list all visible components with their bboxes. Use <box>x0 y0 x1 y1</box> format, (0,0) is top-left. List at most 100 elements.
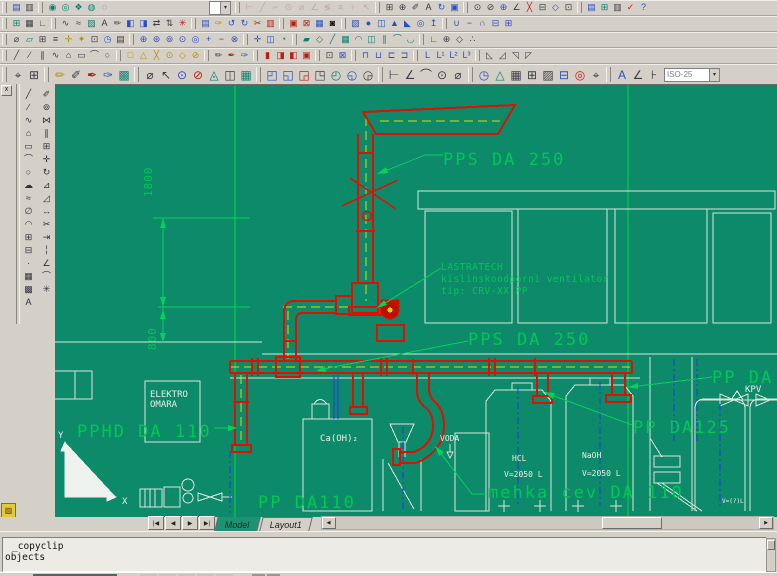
xref-attach-icon[interactable]: ⊠ <box>300 17 313 30</box>
snap-toggle-icon[interactable]: ⊞ <box>10 17 23 30</box>
fillet-icon[interactable]: ⌒ <box>39 270 54 283</box>
toolbar-grip[interactable] <box>243 34 248 45</box>
list-icon[interactable]: ≡ <box>49 33 62 46</box>
solid-torus-icon[interactable]: ◎ <box>414 17 427 30</box>
divide-icon[interactable]: ⊘ <box>484 1 497 14</box>
insert-block-icon[interactable]: ⊞ <box>21 231 36 244</box>
toolbar-grip[interactable] <box>442 18 447 29</box>
label-lastratech-1[interactable]: LASTRATECH <box>441 262 503 273</box>
ucs-rotate-z-icon[interactable]: L² <box>447 49 460 62</box>
time-icon[interactable]: ◷ <box>101 33 114 46</box>
save-icon[interactable]: ▤ <box>10 1 23 14</box>
remove-from-workset-icon[interactable]: ◧ <box>287 49 300 62</box>
lock-reference-icon[interactable]: ◙ <box>326 17 339 30</box>
aligned-dimension-icon[interactable]: ╱ <box>256 1 269 14</box>
view-top-icon[interactable]: ⊓ <box>359 49 372 62</box>
dim-diameter-icon[interactable]: ⌀ <box>450 66 466 84</box>
ucs-dialog-icon[interactable]: ⊞ <box>26 66 42 84</box>
diamond-tool-icon[interactable]: ◇ <box>549 1 562 14</box>
redo-view-icon[interactable]: ◎ <box>59 1 72 14</box>
undo-icon[interactable]: ↺ <box>225 17 238 30</box>
construction-line-icon[interactable]: ∕ <box>21 101 36 114</box>
label-voda[interactable]: VODA <box>440 434 459 443</box>
ruled-surface-icon[interactable]: ∥ <box>378 33 391 46</box>
toolbar-grip[interactable] <box>279 18 284 29</box>
properties-icon[interactable]: ▤ <box>199 17 212 30</box>
zoom-dynamic-icon[interactable]: ⊛ <box>150 33 163 46</box>
cell-box-icon[interactable]: ◫ <box>222 66 238 84</box>
solid-cone-icon[interactable]: ▲ <box>388 17 401 30</box>
3d-face-icon[interactable]: ◇ <box>313 33 326 46</box>
label-naoh[interactable]: NaOH <box>582 451 601 460</box>
construction-line-icon[interactable]: ∕ <box>23 49 36 62</box>
slice-icon[interactable]: ⊟ <box>489 17 502 30</box>
snap-center-icon[interactable]: ⊙ <box>163 49 176 62</box>
command-scrollbar-thumb[interactable] <box>767 540 775 550</box>
arc-icon[interactable]: ⌒ <box>21 153 36 166</box>
leader-icon[interactable]: ↖ <box>158 66 174 84</box>
wipeout-icon[interactable]: ▩ <box>116 66 132 84</box>
polyline-icon[interactable]: ∿ <box>49 49 62 62</box>
zoom-in-icon[interactable]: + <box>202 33 215 46</box>
hyperlink-icon[interactable]: ⊠ <box>336 49 349 62</box>
edge-surface-icon[interactable]: ⌒ <box>391 33 404 46</box>
tab-model[interactable]: Model <box>214 517 261 531</box>
explode-attributes-icon[interactable]: ✳ <box>176 17 189 30</box>
refedit-block-icon[interactable]: ▮ <box>261 49 274 62</box>
baseline-dimension-icon[interactable]: ≡ <box>334 1 347 14</box>
red-piping[interactable] <box>229 103 633 466</box>
dim-baseline-2-icon[interactable]: ⊦ <box>646 66 662 84</box>
named-ucs-icon[interactable]: ⌖ <box>10 66 26 84</box>
move-icon[interactable]: ✛ <box>39 153 54 166</box>
orbit-icon[interactable]: ◔ <box>277 33 290 46</box>
toolbar-grip[interactable] <box>577 2 582 13</box>
toolbar-grip[interactable] <box>116 50 121 61</box>
cut-clip-icon[interactable]: ✂ <box>251 17 264 30</box>
scroll-right-icon[interactable]: ▶ <box>759 517 773 529</box>
toolbar-grip[interactable] <box>191 18 196 29</box>
rotate-icon[interactable]: ↻ <box>39 166 54 179</box>
dome-surface-icon[interactable]: ◡ <box>404 33 417 46</box>
toolbar-grip[interactable] <box>292 34 297 45</box>
match-properties-icon[interactable]: ✑ <box>212 17 225 30</box>
command-history[interactable]: _copyclip objects <box>2 537 767 572</box>
snap-quadrant-icon[interactable]: ◇ <box>176 49 189 62</box>
drawing-canvas[interactable]: PPS DA 250 PPS DA 250 PP DA PP DA125 PPH… <box>55 84 777 518</box>
zoom-extents-icon[interactable]: ⊗ <box>228 33 241 46</box>
revolved-surface-icon[interactable]: ◠ <box>352 33 365 46</box>
dimension-1800[interactable]: 1800 <box>142 167 155 198</box>
section-icon[interactable]: ⊞ <box>502 17 515 30</box>
zoom-out-icon[interactable]: − <box>215 33 228 46</box>
dim-radius-icon[interactable]: ⊙ <box>434 66 450 84</box>
zoom-object-icon[interactable]: ◎ <box>189 33 202 46</box>
command-scrollbar[interactable] <box>766 538 776 572</box>
tolerance-icon[interactable]: ⊞ <box>383 1 396 14</box>
circle-icon[interactable]: ○ <box>21 166 36 179</box>
toolbar-grip[interactable] <box>2 2 7 13</box>
make-block-icon[interactable]: ⊟ <box>21 244 36 257</box>
triangle-reference-icon[interactable]: ◬ <box>206 66 222 84</box>
revision-cloud-icon[interactable]: ☁ <box>21 179 36 192</box>
quadrant-2-icon[interactable]: ◱ <box>280 66 296 84</box>
diameter-dimension-icon[interactable]: ⌀ <box>295 1 308 14</box>
label-right-tank-volume[interactable]: V=(?)L <box>722 498 744 505</box>
grid-toggle-icon[interactable]: ▦ <box>23 17 36 30</box>
label-hcl[interactable]: HCL <box>512 454 527 463</box>
text-edit-icon[interactable]: ✏ <box>111 17 124 30</box>
erase-icon[interactable]: ✐ <box>39 88 54 101</box>
toolbar-grip[interactable] <box>204 50 209 61</box>
dimension-text-edit-icon[interactable]: A <box>422 1 435 14</box>
ucs-apply-icon[interactable]: L¹ <box>434 49 447 62</box>
properties-palette-icon[interactable]: ▤ <box>585 1 598 14</box>
spline-icon[interactable]: ≈ <box>21 192 36 205</box>
dimension-800[interactable]: 800 <box>146 327 159 350</box>
label-pp-da125[interactable]: PP DA125 <box>633 418 731 438</box>
label-omara[interactable]: OMARA <box>150 400 178 410</box>
snap-midpoint-icon[interactable]: △ <box>137 49 150 62</box>
dim-linear-icon[interactable]: ⊢ <box>386 66 402 84</box>
inquiry-icon[interactable]: ⌀ <box>142 66 158 84</box>
zoom-scale-icon[interactable]: ⊚ <box>163 33 176 46</box>
toolbar-grip[interactable] <box>38 2 43 13</box>
target-icon[interactable]: ◎ <box>572 66 588 84</box>
hatch-edit-icon[interactable]: ▨ <box>85 17 98 30</box>
